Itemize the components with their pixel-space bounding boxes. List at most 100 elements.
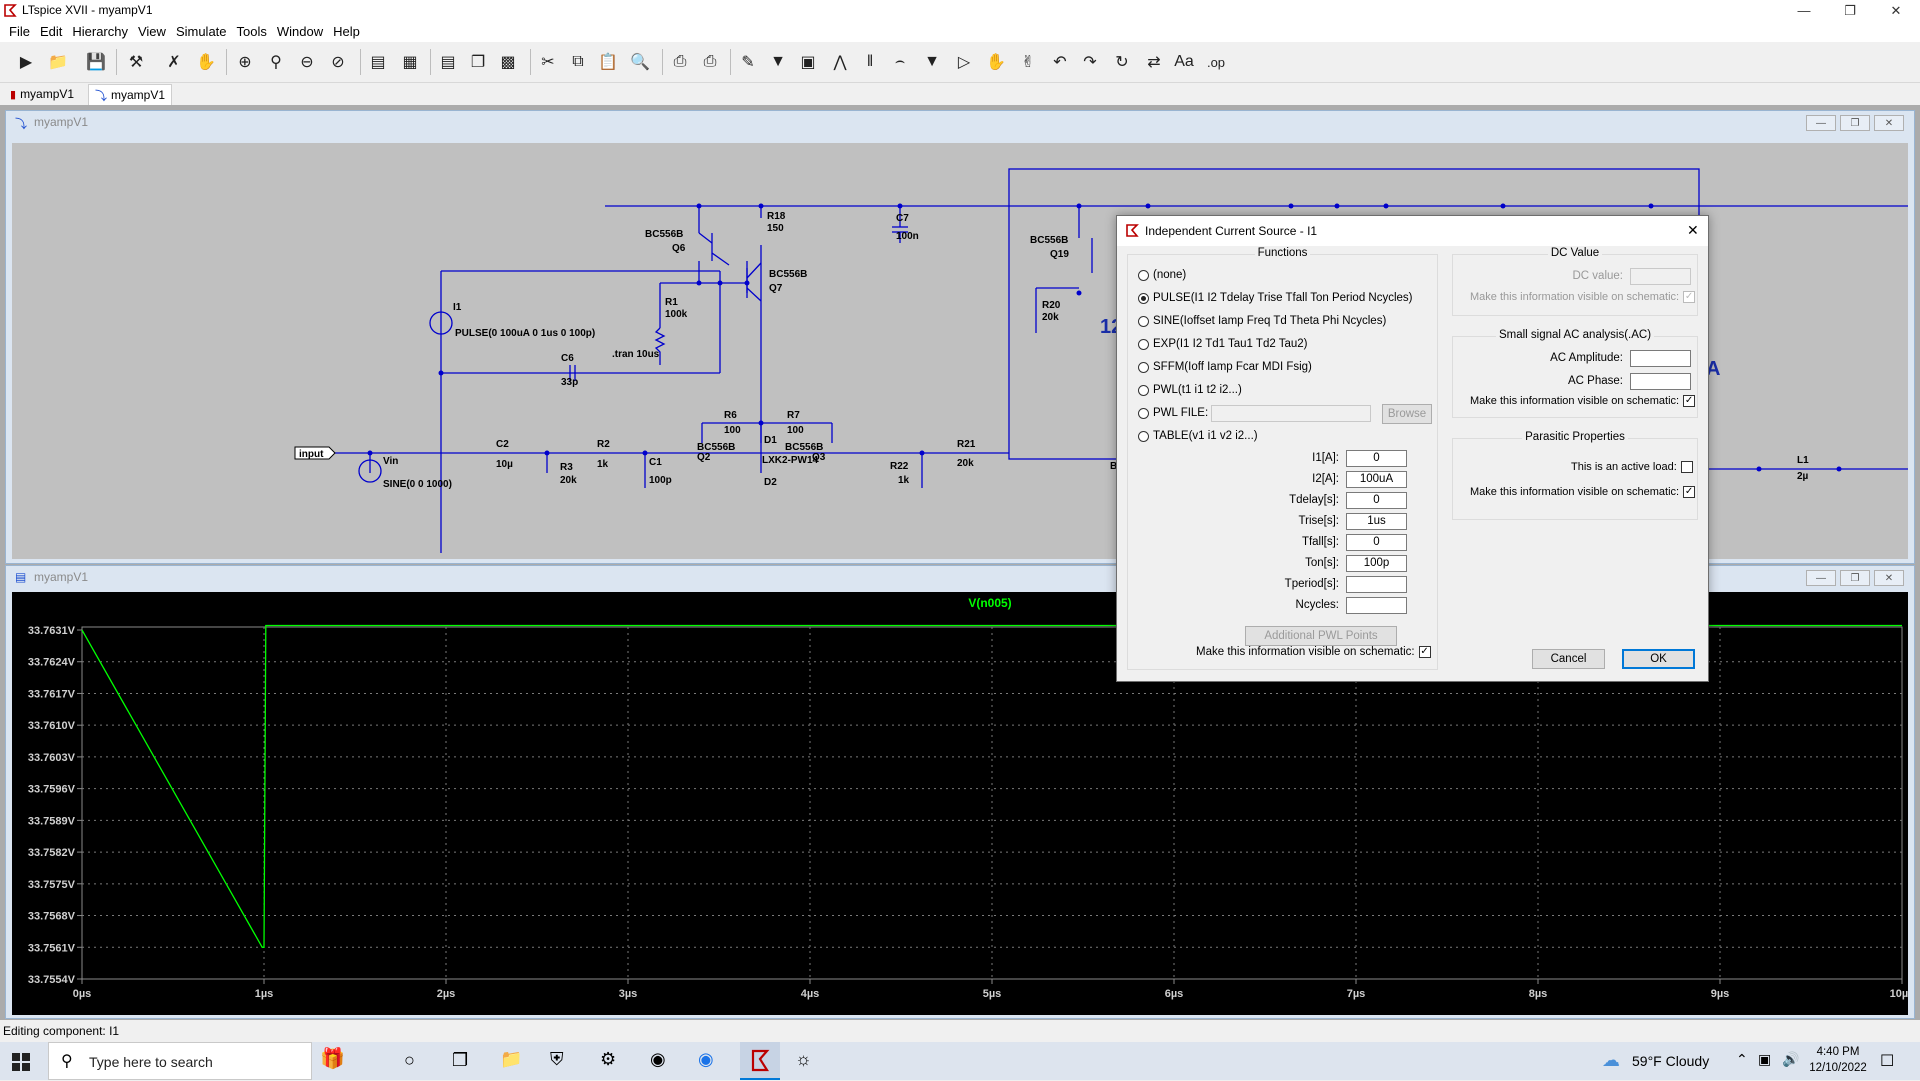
restore-button[interactable]: ❐ (1827, 0, 1873, 21)
redo-icon[interactable]: ↷ (1078, 50, 1102, 74)
open-folder-icon[interactable]: 📁 (46, 50, 70, 74)
tile-horizontal-icon[interactable]: ▤ (436, 50, 460, 74)
search-box[interactable]: ⚲ Type here to search (48, 1042, 312, 1080)
plot-minimize-button[interactable]: — (1806, 570, 1836, 586)
inductor-icon[interactable]: ⌢ (888, 50, 912, 74)
ltspice-taskbar-icon[interactable] (740, 1042, 780, 1080)
dc-value-input[interactable] (1630, 268, 1691, 285)
undo-icon[interactable]: ↶ (1048, 50, 1072, 74)
volume-icon[interactable]: 🔊 (1782, 1051, 1799, 1068)
rotate-icon[interactable]: ↻ (1110, 50, 1134, 74)
ac-visible-checkbox[interactable]: ✓ (1683, 395, 1696, 407)
grid-icon[interactable]: ▦ (398, 50, 422, 74)
tile-vertical-icon[interactable]: ▩ (496, 50, 520, 74)
wire-pencil-icon[interactable]: ✎ (736, 50, 760, 74)
menu-edit[interactable]: Edit (40, 24, 62, 39)
control-panel-icon[interactable]: ⚒ (124, 50, 148, 74)
pwl-file-input[interactable] (1211, 405, 1371, 422)
chevron-up-icon[interactable]: ⌃ (1736, 1051, 1748, 1068)
notifications-icon[interactable]: ☐ (1880, 1051, 1894, 1071)
param-tfall-input[interactable]: 0 (1346, 534, 1407, 551)
schematic-restore-button[interactable]: ❐ (1840, 115, 1870, 131)
print-setup-icon[interactable]: ⎙ (668, 50, 692, 74)
radio-pwl[interactable]: PWL(t1 i1 t2 i2...) (1138, 382, 1242, 398)
clock-time[interactable]: 4:40 PM (1808, 1046, 1868, 1058)
plot-close-button[interactable]: ✕ (1874, 570, 1904, 586)
autorange-icon[interactable]: ▤ (366, 50, 390, 74)
diode-icon[interactable]: ▼ (920, 50, 944, 74)
task-view-icon[interactable]: ❐ (452, 1050, 468, 1071)
menu-simulate[interactable]: Simulate (176, 24, 227, 39)
radio-pulse[interactable]: PULSE(I1 I2 Tdelay Trise Tfall Ton Perio… (1138, 290, 1413, 306)
menu-help[interactable]: Help (333, 24, 360, 39)
ac-phase-input[interactable] (1630, 373, 1691, 390)
schematic-minimize-button[interactable]: — (1806, 115, 1836, 131)
menu-view[interactable]: View (138, 24, 166, 39)
cut-icon[interactable]: ✂ (536, 50, 560, 74)
radio-pwl-file[interactable]: PWL FILE: (1138, 405, 1208, 421)
text-icon[interactable]: Aa (1172, 50, 1196, 74)
zoom-fit-icon[interactable]: ⊘ (326, 50, 350, 74)
param-trise-input[interactable]: 1us (1346, 513, 1407, 530)
menu-tools[interactable]: Tools (237, 24, 267, 39)
chrome-icon[interactable]: ◉ (698, 1049, 714, 1070)
ac-amplitude-input[interactable] (1630, 350, 1691, 367)
active-load-checkbox[interactable] (1680, 461, 1693, 473)
radio-sine[interactable]: SINE(Ioffset Iamp Freq Td Theta Phi Ncyc… (1138, 313, 1386, 329)
resistor-icon[interactable]: ⋀ (828, 50, 852, 74)
app-taskbar-icon[interactable]: ☼ (795, 1049, 812, 1070)
param-tdelay-input[interactable]: 0 (1346, 492, 1407, 509)
trace-label-v-n005[interactable]: V(n005) (968, 596, 1011, 610)
label-net-icon[interactable]: ▣ (796, 50, 820, 74)
spice-directive-icon[interactable]: .op (1204, 50, 1228, 74)
browse-button[interactable]: Browse (1382, 404, 1432, 424)
functions-visible-checkbox[interactable]: ✓ (1418, 646, 1431, 658)
input-net-label[interactable]: input (294, 446, 336, 460)
radio-exp[interactable]: EXP(I1 I2 Td1 Tau1 Td2 Tau2) (1138, 336, 1308, 352)
weather-text[interactable]: 59°F Cloudy (1632, 1053, 1709, 1069)
copy-icon[interactable]: ⧉ (566, 50, 590, 74)
file-explorer-icon[interactable]: 📁 (500, 1049, 522, 1070)
cascade-icon[interactable]: ❐ (466, 50, 490, 74)
find-icon[interactable]: 🔍 (628, 50, 652, 74)
plot-restore-button[interactable]: ❐ (1840, 570, 1870, 586)
menu-window[interactable]: Window (277, 24, 323, 39)
cancel-button[interactable]: Cancel (1532, 649, 1605, 669)
param-ncycles-input[interactable] (1346, 597, 1407, 614)
windows-start-icon[interactable] (12, 1053, 30, 1071)
pan-hand-icon[interactable]: ✋ (194, 50, 218, 74)
ground-icon[interactable]: ▼ (766, 50, 790, 74)
paste-icon[interactable]: 📋 (596, 50, 620, 74)
radio-sffm[interactable]: SFFM(Ioff Iamp Fcar MDI Fsig) (1138, 359, 1312, 375)
schematic-close-button[interactable]: ✕ (1874, 115, 1904, 131)
radio-none[interactable]: (none) (1138, 267, 1186, 283)
tab-schematic[interactable]: ▮ myampV1 (4, 84, 80, 104)
clock-date[interactable]: 12/10/2022 (1805, 1062, 1871, 1074)
print-icon[interactable]: ⎙ (698, 50, 722, 74)
mirror-icon[interactable]: ⇄ (1142, 50, 1166, 74)
zoom-area-icon[interactable]: ⚲ (264, 50, 288, 74)
cortana-icon[interactable]: ○ (404, 1050, 415, 1071)
menu-file[interactable]: File (9, 24, 30, 39)
save-icon[interactable]: 💾 (84, 50, 108, 74)
network-icon[interactable]: ▣ (1758, 1051, 1771, 1068)
dialog-close-icon[interactable]: ✕ (1687, 222, 1699, 239)
drag-hand-icon[interactable]: ✌ (1016, 50, 1040, 74)
param-i1-input[interactable]: 0 (1346, 450, 1407, 467)
shield-app-icon[interactable]: ⛨ (550, 1049, 564, 1070)
additional-pwl-points-button[interactable]: Additional PWL Points (1245, 626, 1397, 646)
zoom-in-icon[interactable]: ⊕ (233, 50, 257, 74)
param-tperiod-input[interactable] (1346, 576, 1407, 593)
component-icon[interactable]: ▷ (952, 50, 976, 74)
halt-icon[interactable]: ✗ (162, 50, 186, 74)
minimize-button[interactable]: — (1781, 0, 1827, 21)
tab-waveform[interactable]: ⤵ myampV1 (88, 84, 173, 105)
param-i2-input[interactable]: 100uA (1346, 471, 1407, 488)
capacitor-icon[interactable]: ‖ (858, 50, 882, 74)
param-ton-input[interactable]: 100p (1346, 555, 1407, 572)
ok-button[interactable]: OK (1622, 649, 1695, 669)
move-hand-icon[interactable]: ✋ (984, 50, 1008, 74)
close-window-button[interactable]: ✕ (1873, 0, 1919, 21)
dc-visible-checkbox[interactable]: ✓ (1683, 291, 1696, 303)
parasitic-visible-checkbox[interactable]: ✓ (1683, 486, 1696, 498)
